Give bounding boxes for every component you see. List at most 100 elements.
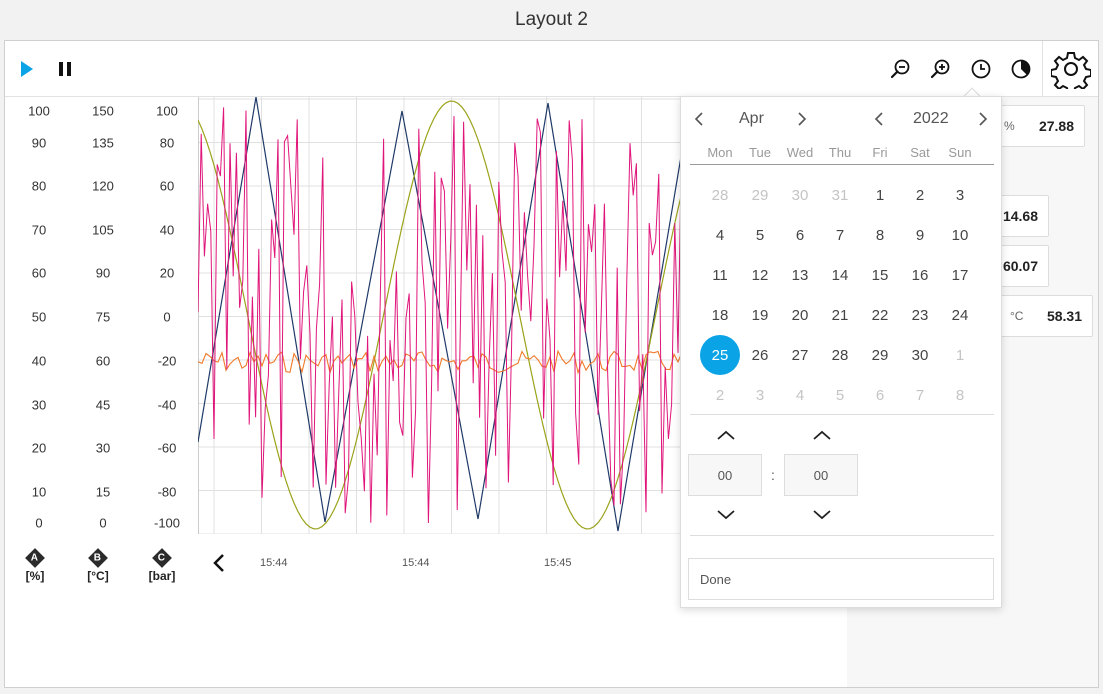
y-axes: 100 90 80 70 60 50 40 30 20 10 0 150 135 120 105 90 75 60… (5, 97, 197, 537)
diamond-icon: B (88, 548, 108, 568)
calendar-day[interactable]: 23 (900, 295, 940, 335)
calendar-day[interactable]: 3 (740, 375, 780, 415)
calendar-day-number: 28 (711, 186, 729, 204)
calendar-day[interactable]: 14 (820, 255, 860, 295)
calendar-day[interactable]: 31 (820, 175, 860, 215)
value-unit: °C (1010, 309, 1024, 323)
calendar-day[interactable]: 29 (740, 175, 780, 215)
calendar-day[interactable]: 10 (940, 215, 980, 255)
calendar-day[interactable]: 2 (700, 375, 740, 415)
calendar-day-number: 25 (700, 335, 740, 375)
axis-letter: A (31, 552, 39, 564)
calendar-day-number: 18 (711, 306, 729, 324)
calendar-day[interactable]: 4 (700, 215, 740, 255)
diamond-icon: A (25, 548, 45, 568)
y-tick-label: 150 (92, 103, 114, 119)
calendar-day[interactable]: 21 (820, 295, 860, 335)
calendar-day[interactable]: 6 (860, 375, 900, 415)
time-picker-button[interactable] (965, 53, 997, 85)
trend-chart[interactable] (198, 97, 686, 534)
month-label[interactable]: Apr (739, 110, 764, 128)
y-tick-label: 135 (92, 135, 114, 151)
y-tick-label: 40 (159, 222, 175, 238)
calendar-day[interactable]: 11 (700, 255, 740, 295)
divider (690, 414, 994, 415)
value-text: 27.88 (1038, 118, 1074, 134)
calendar-day[interactable]: 15 (860, 255, 900, 295)
calendar-day[interactable]: 8 (940, 375, 980, 415)
calendar-day[interactable]: 1 (860, 175, 900, 215)
hour-up-icon[interactable] (716, 429, 736, 441)
calendar-day[interactable]: 1 (940, 335, 980, 375)
done-button[interactable]: Done (688, 558, 994, 600)
weekday-label: Sat (910, 145, 930, 160)
calendar-day[interactable]: 4 (780, 375, 820, 415)
calendar-day[interactable]: 2 (900, 175, 940, 215)
calendar-day[interactable]: 30 (780, 175, 820, 215)
prev-year-icon[interactable] (873, 111, 885, 127)
calendar-day[interactable]: 13 (780, 255, 820, 295)
calendar-day[interactable]: 20 (780, 295, 820, 335)
calendar-day-number: 27 (791, 346, 809, 364)
time-separator: : (771, 467, 775, 483)
calendar-day[interactable]: 5 (740, 215, 780, 255)
scroll-back-icon[interactable] (212, 551, 226, 575)
calendar-day[interactable]: 28 (700, 175, 740, 215)
calendar-day-number: 1 (875, 186, 885, 204)
y-tick-label: -40 (157, 397, 177, 413)
calendar-day[interactable]: 17 (940, 255, 980, 295)
y-tick-label: 20 (159, 265, 175, 281)
calendar-day[interactable]: 7 (820, 215, 860, 255)
year-label[interactable]: 2022 (913, 110, 949, 128)
calendar-day-number: 23 (911, 306, 929, 324)
calendar-day-number: 30 (911, 346, 929, 364)
history-button[interactable] (1005, 53, 1037, 85)
calendar-day[interactable]: 25 (700, 335, 740, 375)
calendar-day[interactable]: 27 (780, 335, 820, 375)
prev-month-icon[interactable] (693, 111, 705, 127)
calendar-day-number: 26 (751, 346, 769, 364)
next-month-icon[interactable] (796, 111, 808, 127)
minute-up-icon[interactable] (812, 429, 832, 441)
diamond-icon: C (152, 548, 172, 568)
divider (690, 535, 994, 536)
calendar-day-number: 11 (712, 266, 728, 284)
settings-button[interactable] (1042, 41, 1098, 97)
y-tick-label: 20 (31, 440, 47, 456)
calendar-day-number: 5 (755, 226, 765, 244)
calendar-day-number: 16 (911, 266, 929, 284)
calendar-day[interactable]: 26 (740, 335, 780, 375)
play-button[interactable] (11, 53, 43, 85)
zoom-out-button[interactable] (885, 53, 917, 85)
calendar-day[interactable]: 30 (900, 335, 940, 375)
calendar-day[interactable]: 7 (900, 375, 940, 415)
calendar-day[interactable]: 16 (900, 255, 940, 295)
calendar-day[interactable]: 18 (700, 295, 740, 335)
calendar-day[interactable]: 6 (780, 215, 820, 255)
calendar-day[interactable]: 12 (740, 255, 780, 295)
calendar-day[interactable]: 3 (940, 175, 980, 215)
hour-field[interactable]: 00 (688, 454, 762, 496)
calendar-day[interactable]: 22 (860, 295, 900, 335)
weekday-label: Mon (707, 145, 733, 160)
minute-down-icon[interactable] (812, 509, 832, 521)
series-orange-line (198, 349, 686, 375)
calendar-day[interactable]: 8 (860, 215, 900, 255)
calendar-day[interactable]: 5 (820, 375, 860, 415)
calendar-day[interactable]: 19 (740, 295, 780, 335)
next-year-icon[interactable] (977, 111, 989, 127)
calendar-day[interactable]: 24 (940, 295, 980, 335)
calendar-day[interactable]: 29 (860, 335, 900, 375)
zoom-in-button[interactable] (925, 53, 957, 85)
calendar-day-number: 15 (871, 266, 889, 284)
pause-button[interactable] (49, 53, 81, 85)
hour-down-icon[interactable] (716, 509, 736, 521)
axis-badge-b: B [°C] (73, 548, 123, 583)
grid-lines (198, 97, 686, 534)
value-unit: % (1004, 119, 1015, 133)
calendar-day[interactable]: 28 (820, 335, 860, 375)
calendar-day[interactable]: 9 (900, 215, 940, 255)
calendar-day-number: 7 (915, 386, 925, 404)
weekday-label: Fri (872, 145, 888, 160)
minute-field[interactable]: 00 (784, 454, 858, 496)
